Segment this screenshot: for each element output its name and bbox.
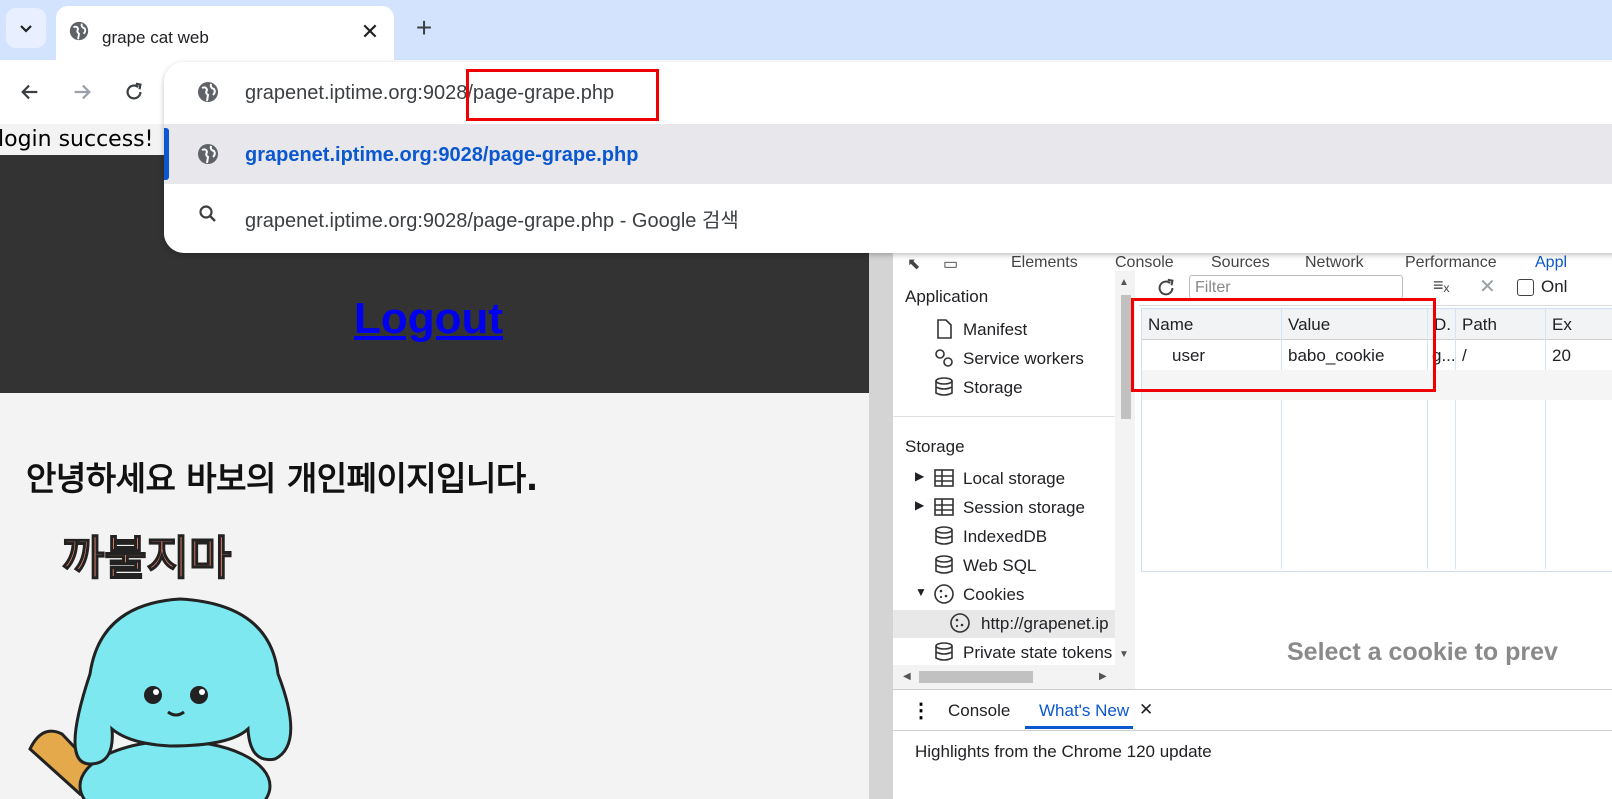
search-icon bbox=[199, 205, 216, 222]
illustration-caption: 까불지마 bbox=[62, 531, 231, 585]
omnibox-dropdown: grapenet.iptime.org:9028/page-grape.php … bbox=[164, 62, 1612, 253]
tab-performance[interactable]: Performance bbox=[1405, 254, 1497, 272]
more-options-icon[interactable]: ⋮ bbox=[911, 698, 931, 723]
tab-elements[interactable]: Elements bbox=[1011, 254, 1078, 272]
sidebar-item-cookie-origin[interactable]: http://grapenet.ip bbox=[893, 610, 1115, 638]
triangle-right-icon[interactable]: ▶ bbox=[915, 498, 924, 512]
file-icon bbox=[937, 319, 952, 339]
scroll-down-icon[interactable]: ▼ bbox=[1119, 649, 1129, 660]
suggestion-url[interactable]: grapenet.iptime.org:9028/page-grape.php bbox=[164, 124, 1612, 184]
cookie-preview-message: Select a cookie to prev bbox=[1287, 638, 1558, 666]
table-icon bbox=[934, 469, 954, 487]
tab-application[interactable]: Appl bbox=[1535, 254, 1567, 272]
gears-icon bbox=[935, 349, 953, 367]
scroll-up-icon[interactable]: ▲ bbox=[1119, 277, 1129, 288]
highlight-box-cookie bbox=[1131, 298, 1436, 392]
globe-icon bbox=[198, 144, 218, 164]
table-icon bbox=[934, 498, 954, 516]
scroll-right-icon[interactable]: ▶ bbox=[1099, 671, 1107, 682]
active-tab[interactable]: grape cat web ✕ bbox=[56, 6, 394, 60]
reload-icon bbox=[126, 82, 142, 100]
forward-button[interactable] bbox=[68, 78, 96, 106]
close-icon[interactable]: ✕ bbox=[1139, 700, 1153, 720]
sidebar-divider bbox=[893, 416, 1115, 417]
login-message: login success! bbox=[0, 127, 154, 152]
cookie-path-cell: / bbox=[1462, 346, 1467, 365]
triangle-down-icon[interactable]: ▼ bbox=[915, 585, 927, 599]
scroll-left-icon[interactable]: ◀ bbox=[903, 671, 911, 682]
globe-icon bbox=[69, 21, 89, 41]
arrow-right-icon bbox=[74, 84, 91, 100]
scrollbar-thumb[interactable] bbox=[1121, 295, 1131, 419]
suggestion-url-text: grapenet.iptime.org:9028/page-grape.php bbox=[245, 144, 639, 166]
sidebar-horizontal-scrollbar[interactable]: ◀ ▶ bbox=[893, 665, 1135, 689]
database-icon bbox=[935, 642, 953, 661]
tab-title: grape cat web bbox=[102, 28, 209, 47]
drawer-tab-bar: ⋮ Console What's New ✕ bbox=[893, 689, 1612, 731]
column-header-domain[interactable]: D. bbox=[1434, 315, 1451, 335]
cookie-filter-input[interactable]: Filter bbox=[1189, 275, 1403, 299]
clear-all-icon[interactable]: ≡ₓ bbox=[1433, 275, 1449, 296]
active-tab-indicator bbox=[1025, 726, 1133, 729]
refresh-icon[interactable] bbox=[1155, 277, 1177, 299]
tab-strip: grape cat web ✕ + bbox=[0, 0, 1612, 60]
suggestion-search-text: grapenet.iptime.org:9028/page-grape.php … bbox=[245, 210, 739, 232]
database-icon bbox=[935, 555, 953, 574]
column-header-expires[interactable]: Ex bbox=[1552, 315, 1572, 335]
suggestion-search[interactable]: grapenet.iptime.org:9028/page-grape.php … bbox=[164, 184, 1612, 244]
puppy-illustration: 까불지마 bbox=[28, 530, 293, 799]
application-sidebar: Application Manifest Service workers Sto… bbox=[893, 271, 1115, 689]
database-icon bbox=[935, 377, 953, 396]
only-show-issues-checkbox[interactable] bbox=[1517, 279, 1534, 296]
greeting-heading: 안녕하세요 바보의 개인페이지입니다. bbox=[26, 459, 538, 498]
globe-icon bbox=[198, 82, 218, 102]
cookie-expires-cell: 20 bbox=[1552, 346, 1571, 365]
only-show-label: Onl bbox=[1541, 277, 1568, 296]
tab-console[interactable]: Console bbox=[1115, 254, 1174, 272]
tab-network[interactable]: Network bbox=[1305, 254, 1364, 272]
sidebar-section-storage: Storage bbox=[905, 437, 965, 456]
arrow-left-icon bbox=[21, 84, 38, 100]
highlight-box-url-path bbox=[466, 69, 659, 121]
scrollbar-thumb-horizontal[interactable] bbox=[919, 671, 1033, 683]
whats-new-headline: Highlights from the Chrome 120 update bbox=[915, 742, 1212, 761]
cookie-icon bbox=[934, 584, 954, 604]
column-header-path[interactable]: Path bbox=[1462, 315, 1497, 335]
drawer-tab-console[interactable]: Console bbox=[948, 701, 1010, 721]
tab-close-icon[interactable]: ✕ bbox=[358, 19, 382, 44]
sidebar-section-application: Application bbox=[905, 287, 989, 306]
tab-sources[interactable]: Sources bbox=[1211, 254, 1270, 272]
cookie-icon bbox=[950, 613, 970, 633]
address-bar-input[interactable]: grapenet.iptime.org:9028/page-grape.php bbox=[164, 62, 1612, 124]
back-button[interactable] bbox=[16, 78, 44, 106]
database-icon bbox=[935, 526, 953, 545]
reload-button[interactable] bbox=[120, 78, 148, 106]
logout-link[interactable]: Logout bbox=[354, 294, 503, 344]
triangle-right-icon[interactable]: ▶ bbox=[915, 469, 924, 483]
drawer-tab-whats-new[interactable]: What's New bbox=[1039, 701, 1129, 721]
delete-selected-icon[interactable]: ✕ bbox=[1479, 274, 1496, 299]
tab-search-button[interactable] bbox=[6, 8, 46, 48]
new-tab-button[interactable]: + bbox=[410, 14, 438, 42]
chevron-down-icon bbox=[20, 25, 32, 33]
